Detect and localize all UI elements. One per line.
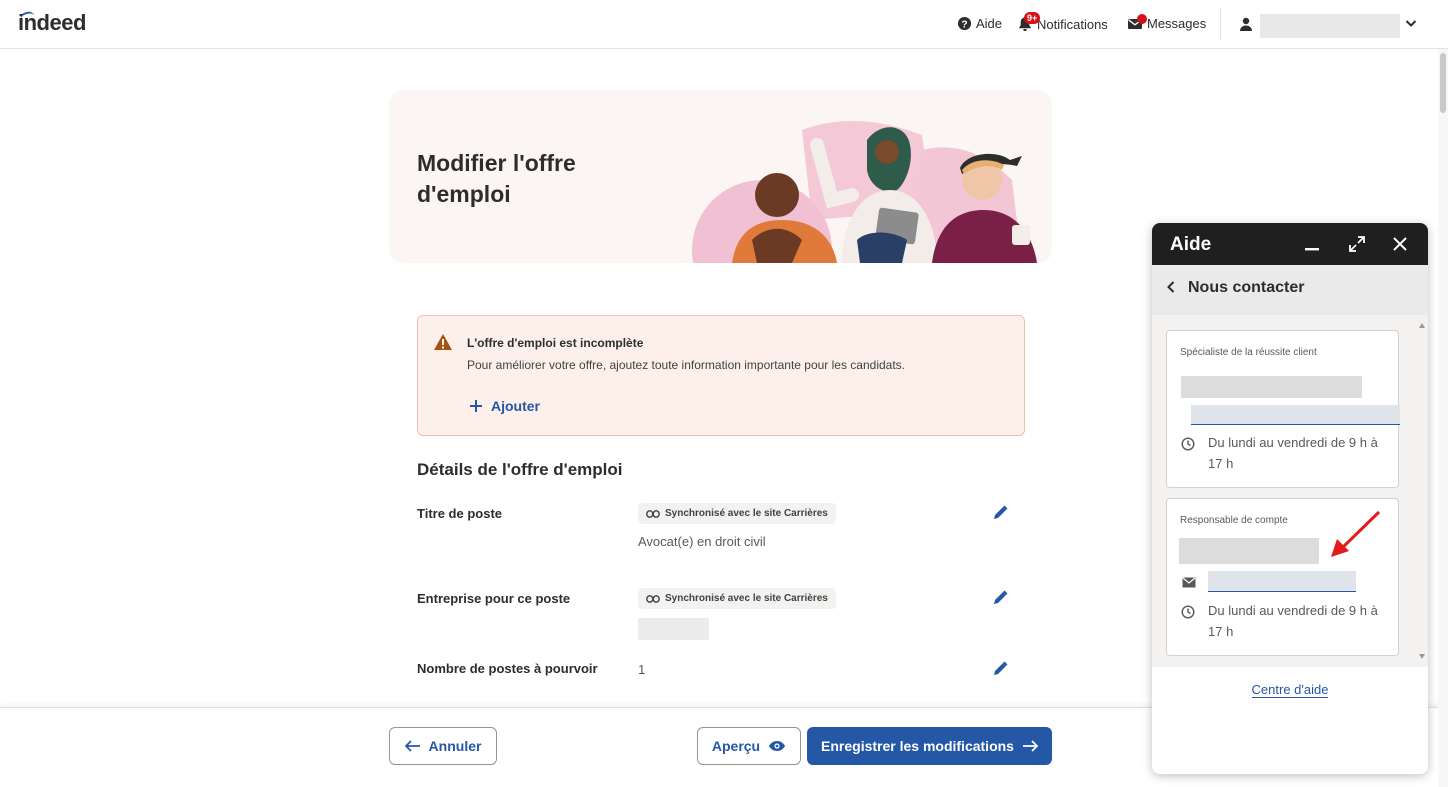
page-scrollbar[interactable] xyxy=(1438,49,1448,787)
job-title-label: Titre de poste xyxy=(417,506,503,521)
hero-banner: Modifier l'offre d'emploi xyxy=(389,90,1052,263)
page-title-line1: Modifier l'offre xyxy=(417,150,576,176)
edit-job-title-pencil-icon[interactable] xyxy=(991,504,1009,522)
warning-text: Pour améliorer votre offre, ajoutez tout… xyxy=(467,358,906,372)
sync-chip-label: Synchronisé avec le site Carrières xyxy=(665,593,828,604)
chevron-down-icon[interactable] xyxy=(1404,16,1418,30)
edit-company-pencil-icon[interactable] xyxy=(991,589,1009,607)
close-icon[interactable] xyxy=(1391,235,1409,253)
link-icon xyxy=(646,509,660,518)
preview-label: Aperçu xyxy=(711,738,761,754)
page-title-line2: d'emploi xyxy=(417,181,511,207)
manager-hours: Du lundi au vendredi de 9 h à 17 h xyxy=(1208,603,1378,639)
specialist-hours: Du lundi au vendredi de 9 h à 17 h xyxy=(1208,435,1378,471)
account-name-redacted[interactable] xyxy=(1260,14,1400,38)
save-changes-button[interactable]: Enregistrer les modifications xyxy=(807,727,1052,765)
cancel-button[interactable]: Annuler xyxy=(389,727,497,765)
envelope-icon xyxy=(1182,577,1196,588)
help-center-link[interactable]: Centre d'aide xyxy=(1152,682,1428,698)
openings-label: Nombre de postes à pourvoir xyxy=(417,661,598,676)
help-panel-scrollbar[interactable] xyxy=(1418,319,1426,663)
page-scrollbar-thumb[interactable] xyxy=(1440,53,1446,113)
arrow-left-icon xyxy=(404,740,420,752)
cancel-label: Annuler xyxy=(428,738,482,754)
manager-name-redacted xyxy=(1179,538,1319,564)
hero-illustration-people xyxy=(692,120,1037,263)
notifications-label: Notifications xyxy=(1037,16,1108,32)
openings-value: 1 xyxy=(638,662,646,677)
help-panel-header: Aide xyxy=(1152,223,1428,265)
company-value-redacted xyxy=(638,618,709,640)
contact-us-title: Nous contacter xyxy=(1188,279,1305,296)
expand-icon[interactable] xyxy=(1348,235,1366,253)
top-navigation-bar: indeed ? Aide Notifications 9+ Messages xyxy=(0,0,1448,49)
company-label: Entreprise pour ce poste xyxy=(417,591,571,606)
question-circle-icon: ? xyxy=(957,16,972,30)
warning-title: L'offre d'emploi est incomplète xyxy=(467,336,644,350)
help-panel-footer: Centre d'aide xyxy=(1152,667,1428,774)
indeed-logo[interactable]: indeed xyxy=(18,10,86,36)
plus-icon xyxy=(470,400,482,412)
arrow-right-icon xyxy=(1022,740,1038,752)
add-info-button[interactable]: Ajouter xyxy=(469,398,540,414)
specialist-contact-redacted[interactable] xyxy=(1191,405,1400,425)
job-title-value: Avocat(e) en droit civil xyxy=(638,534,766,549)
account-manager-card: Responsable de compte Du lundi au vendre… xyxy=(1166,498,1399,656)
help-panel-body: Spécialiste de la réussite client Du lun… xyxy=(1152,315,1428,667)
help-link[interactable]: ? Aide xyxy=(957,16,1002,31)
specialist-name-redacted xyxy=(1181,376,1362,398)
notifications-badge: 9+ xyxy=(1024,12,1041,24)
messages-badge-dot xyxy=(1137,14,1147,24)
account-manager-label: Responsable de compte xyxy=(1180,515,1288,526)
clock-icon xyxy=(1181,437,1195,451)
help-panel-subheader: Nous contacter xyxy=(1152,265,1428,315)
sync-chip-label: Synchronisé avec le site Carrières xyxy=(665,508,828,519)
warning-triangle-icon xyxy=(434,334,452,350)
messages-label: Messages xyxy=(1147,16,1207,31)
chevron-left-icon[interactable] xyxy=(1166,280,1176,294)
sync-chip-company: Synchronisé avec le site Carrières xyxy=(638,588,836,609)
clock-icon xyxy=(1181,605,1195,619)
customer-success-card: Spécialiste de la réussite client Du lun… xyxy=(1166,330,1400,488)
save-label: Enregistrer les modifications xyxy=(821,738,1014,754)
help-panel: Aide Nous contacter Spécialiste de la ré… xyxy=(1152,223,1428,774)
incomplete-job-warning: L'offre d'emploi est incomplète Pour amé… xyxy=(417,315,1025,436)
add-info-label: Ajouter xyxy=(491,398,540,414)
svg-text:?: ? xyxy=(961,19,967,30)
job-details-title: Détails de l'offre d'emploi xyxy=(417,460,623,479)
link-icon xyxy=(646,594,660,603)
preview-button[interactable]: Aperçu xyxy=(697,727,801,765)
help-panel-title: Aide xyxy=(1170,234,1212,255)
header-divider xyxy=(1220,8,1221,40)
customer-success-label: Spécialiste de la réussite client xyxy=(1180,347,1317,358)
minimize-icon[interactable] xyxy=(1303,235,1321,253)
sync-chip-job-title: Synchronisé avec le site Carrières xyxy=(638,503,836,524)
manager-email-redacted[interactable] xyxy=(1208,571,1356,592)
help-center-label: Centre d'aide xyxy=(1251,682,1329,698)
eye-icon xyxy=(769,741,786,751)
red-arrow-annotation-icon xyxy=(1331,510,1381,557)
help-label: Aide xyxy=(976,16,1003,31)
page-title: Modifier l'offre d'emploi xyxy=(417,148,576,210)
edit-openings-pencil-icon[interactable] xyxy=(991,660,1009,678)
user-icon[interactable] xyxy=(1238,16,1254,32)
